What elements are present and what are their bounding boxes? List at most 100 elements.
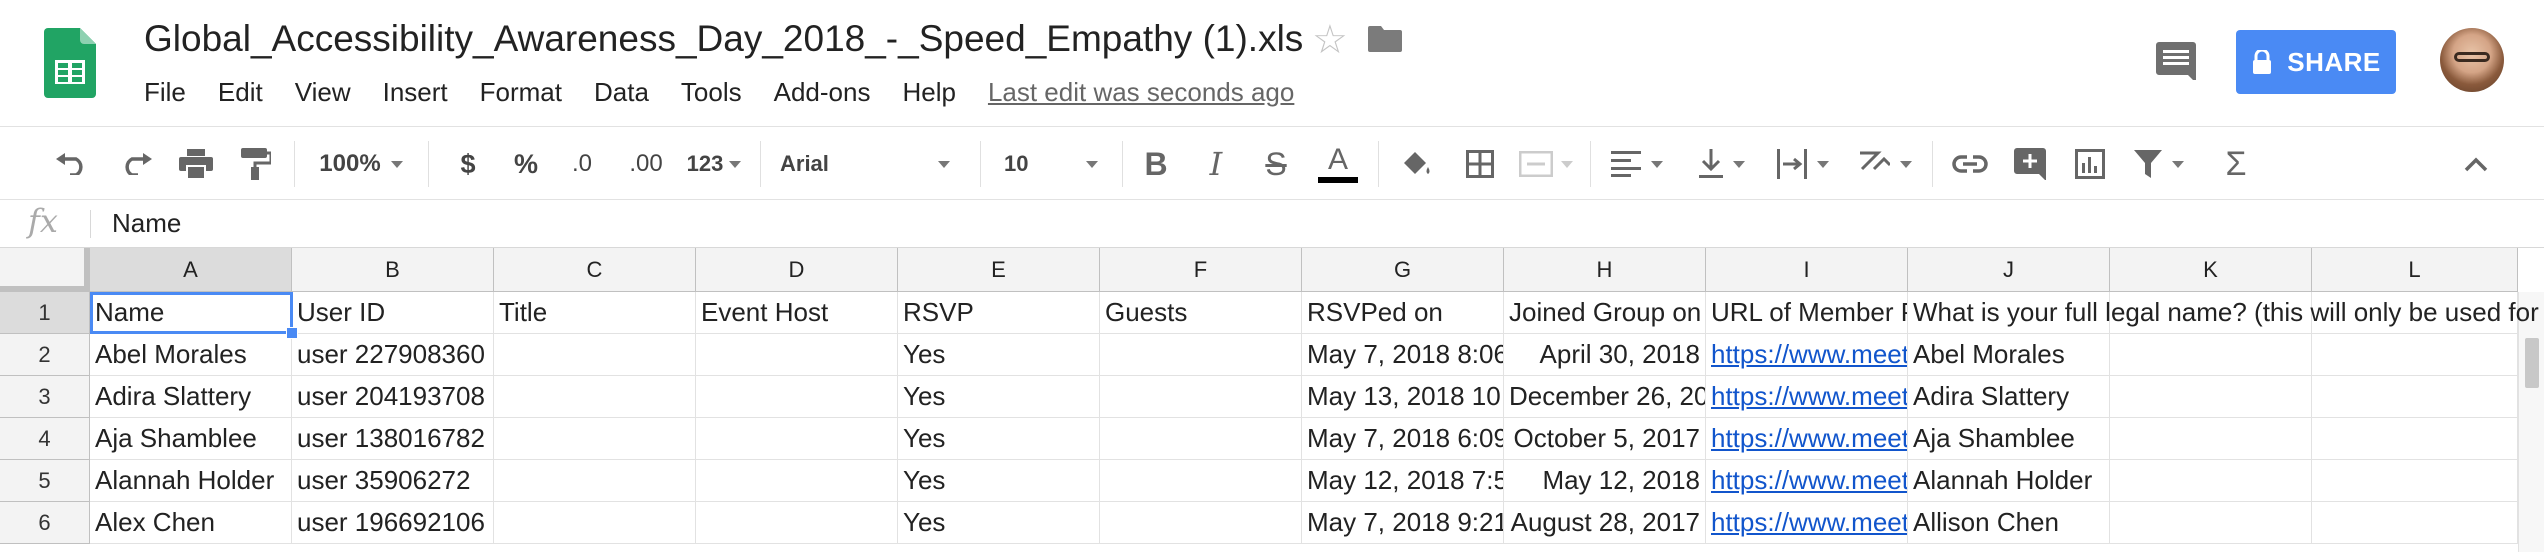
column-header-j[interactable]: J	[1908, 248, 2110, 292]
column-header-i[interactable]: I	[1706, 248, 1908, 292]
column-header-l[interactable]: L	[2312, 248, 2518, 292]
cell-h4[interactable]: October 5, 2017	[1504, 418, 1706, 460]
cell-h2[interactable]: April 30, 2018	[1504, 334, 1706, 376]
cell-i1[interactable]: URL of Member Profile	[1706, 292, 1908, 334]
star-icon[interactable]: ☆	[1312, 18, 1348, 62]
menu-data[interactable]: Data	[594, 77, 649, 108]
cell-k3[interactable]	[2110, 376, 2312, 418]
cell-a4[interactable]: Aja Shamblee	[90, 418, 292, 460]
cell-f5[interactable]	[1100, 460, 1302, 502]
cell-d5[interactable]	[696, 460, 898, 502]
menu-format[interactable]: Format	[480, 77, 562, 108]
menu-add-ons[interactable]: Add-ons	[774, 77, 871, 108]
menu-tools[interactable]: Tools	[681, 77, 742, 108]
currency-format-button[interactable]: $	[446, 127, 490, 201]
fill-color-icon[interactable]	[1392, 127, 1440, 201]
merge-cells-icon[interactable]	[1516, 127, 1576, 201]
cell-f2[interactable]	[1100, 334, 1302, 376]
cell-k5[interactable]	[2110, 460, 2312, 502]
document-title[interactable]: Global_Accessibility_Awareness_Day_2018_…	[144, 18, 1303, 60]
cell-a6[interactable]: Alex Chen	[90, 502, 292, 544]
cell-g6[interactable]: May 7, 2018 9:21	[1302, 502, 1504, 544]
cell-d1[interactable]: Event Host	[696, 292, 898, 334]
cell-e1[interactable]: RSVP	[898, 292, 1100, 334]
cell-d6[interactable]	[696, 502, 898, 544]
column-header-d[interactable]: D	[696, 248, 898, 292]
cell-e4[interactable]: Yes	[898, 418, 1100, 460]
cell-e3[interactable]: Yes	[898, 376, 1100, 418]
increase-decimals-button[interactable]: .00	[620, 127, 672, 201]
cell-h5[interactable]: May 12, 2018	[1504, 460, 1706, 502]
cell-d3[interactable]	[696, 376, 898, 418]
folder-icon[interactable]	[1368, 26, 1402, 52]
column-header-k[interactable]: K	[2110, 248, 2312, 292]
cell-l4[interactable]	[2312, 418, 2518, 460]
undo-icon[interactable]	[48, 127, 96, 201]
cell-b1[interactable]: User ID	[292, 292, 494, 334]
avatar[interactable]	[2440, 28, 2504, 92]
cell-j6[interactable]: Allison Chen	[1908, 502, 2110, 544]
borders-icon[interactable]	[1456, 127, 1504, 201]
cell-b5[interactable]: user 35906272	[292, 460, 494, 502]
cell-g2[interactable]: May 7, 2018 8:06	[1302, 334, 1504, 376]
cell-l5[interactable]	[2312, 460, 2518, 502]
column-header-h[interactable]: H	[1504, 248, 1706, 292]
cell-k2[interactable]	[2110, 334, 2312, 376]
cell-c3[interactable]	[494, 376, 696, 418]
row-header-1[interactable]: 1	[0, 292, 90, 334]
collapse-icon[interactable]	[2452, 127, 2500, 201]
cell-f1[interactable]: Guests	[1100, 292, 1302, 334]
align-left-icon[interactable]	[1600, 127, 1674, 201]
cell-f6[interactable]	[1100, 502, 1302, 544]
bold-icon[interactable]: B	[1134, 127, 1178, 201]
scrollbar-thumb[interactable]	[2525, 338, 2539, 388]
cell-e6[interactable]: Yes	[898, 502, 1100, 544]
cell-k6[interactable]	[2110, 502, 2312, 544]
cell-j5[interactable]: Alannah Holder	[1908, 460, 2110, 502]
text-color-icon[interactable]: A	[1314, 127, 1362, 201]
text-rotation-icon[interactable]	[1852, 127, 1918, 201]
row-header-4[interactable]: 4	[0, 418, 90, 460]
menu-edit[interactable]: Edit	[218, 77, 263, 108]
cell-c2[interactable]	[494, 334, 696, 376]
text-wrap-icon[interactable]	[1770, 127, 1836, 201]
cell-b3[interactable]: user 204193708	[292, 376, 494, 418]
cell-c6[interactable]	[494, 502, 696, 544]
chart-icon[interactable]	[2066, 127, 2114, 201]
cell-f3[interactable]	[1100, 376, 1302, 418]
cell-j2[interactable]: Abel Morales	[1908, 334, 2110, 376]
cell-i3[interactable]: https://www.meetup.com	[1706, 376, 1908, 418]
cell-a3[interactable]: Adira Slattery	[90, 376, 292, 418]
column-header-g[interactable]: G	[1302, 248, 1504, 292]
cell-d4[interactable]	[696, 418, 898, 460]
cell-i6[interactable]: https://www.meetup.com	[1706, 502, 1908, 544]
cell-h1[interactable]: Joined Group on	[1504, 292, 1706, 334]
cell-c4[interactable]	[494, 418, 696, 460]
cell-h6[interactable]: August 28, 2017	[1504, 502, 1706, 544]
column-header-a[interactable]: A	[90, 248, 292, 292]
row-header-5[interactable]: 5	[0, 460, 90, 502]
menu-insert[interactable]: Insert	[383, 77, 448, 108]
menu-view[interactable]: View	[295, 77, 351, 108]
cell-l3[interactable]	[2312, 376, 2518, 418]
vertical-scrollbar[interactable]	[2518, 292, 2544, 552]
redo-icon[interactable]	[112, 127, 160, 201]
cell-a1[interactable]: Name	[90, 292, 292, 334]
cell-i2[interactable]: https://www.meetup.com	[1706, 334, 1908, 376]
font-size-select[interactable]: 10	[996, 127, 1106, 201]
strikethrough-icon[interactable]: S	[1254, 127, 1298, 201]
cell-d2[interactable]	[696, 334, 898, 376]
valign-bottom-icon[interactable]	[1690, 127, 1754, 201]
select-all-corner[interactable]	[0, 248, 90, 292]
font-select[interactable]: Arial	[770, 127, 960, 201]
link-icon[interactable]	[1946, 127, 1994, 201]
cell-j4[interactable]: Aja Shamblee	[1908, 418, 2110, 460]
comment-icon[interactable]	[2006, 127, 2054, 201]
cell-i5[interactable]: https://www.meetup.com	[1706, 460, 1908, 502]
column-header-f[interactable]: F	[1100, 248, 1302, 292]
cell-j3[interactable]: Adira Slattery	[1908, 376, 2110, 418]
decrease-decimals-button[interactable]: .0	[560, 127, 604, 201]
cell-j1[interactable]: What is your full legal name? (this will…	[1908, 292, 2539, 334]
row-header-6[interactable]: 6	[0, 502, 90, 544]
zoom-select[interactable]: 100%	[306, 127, 416, 201]
